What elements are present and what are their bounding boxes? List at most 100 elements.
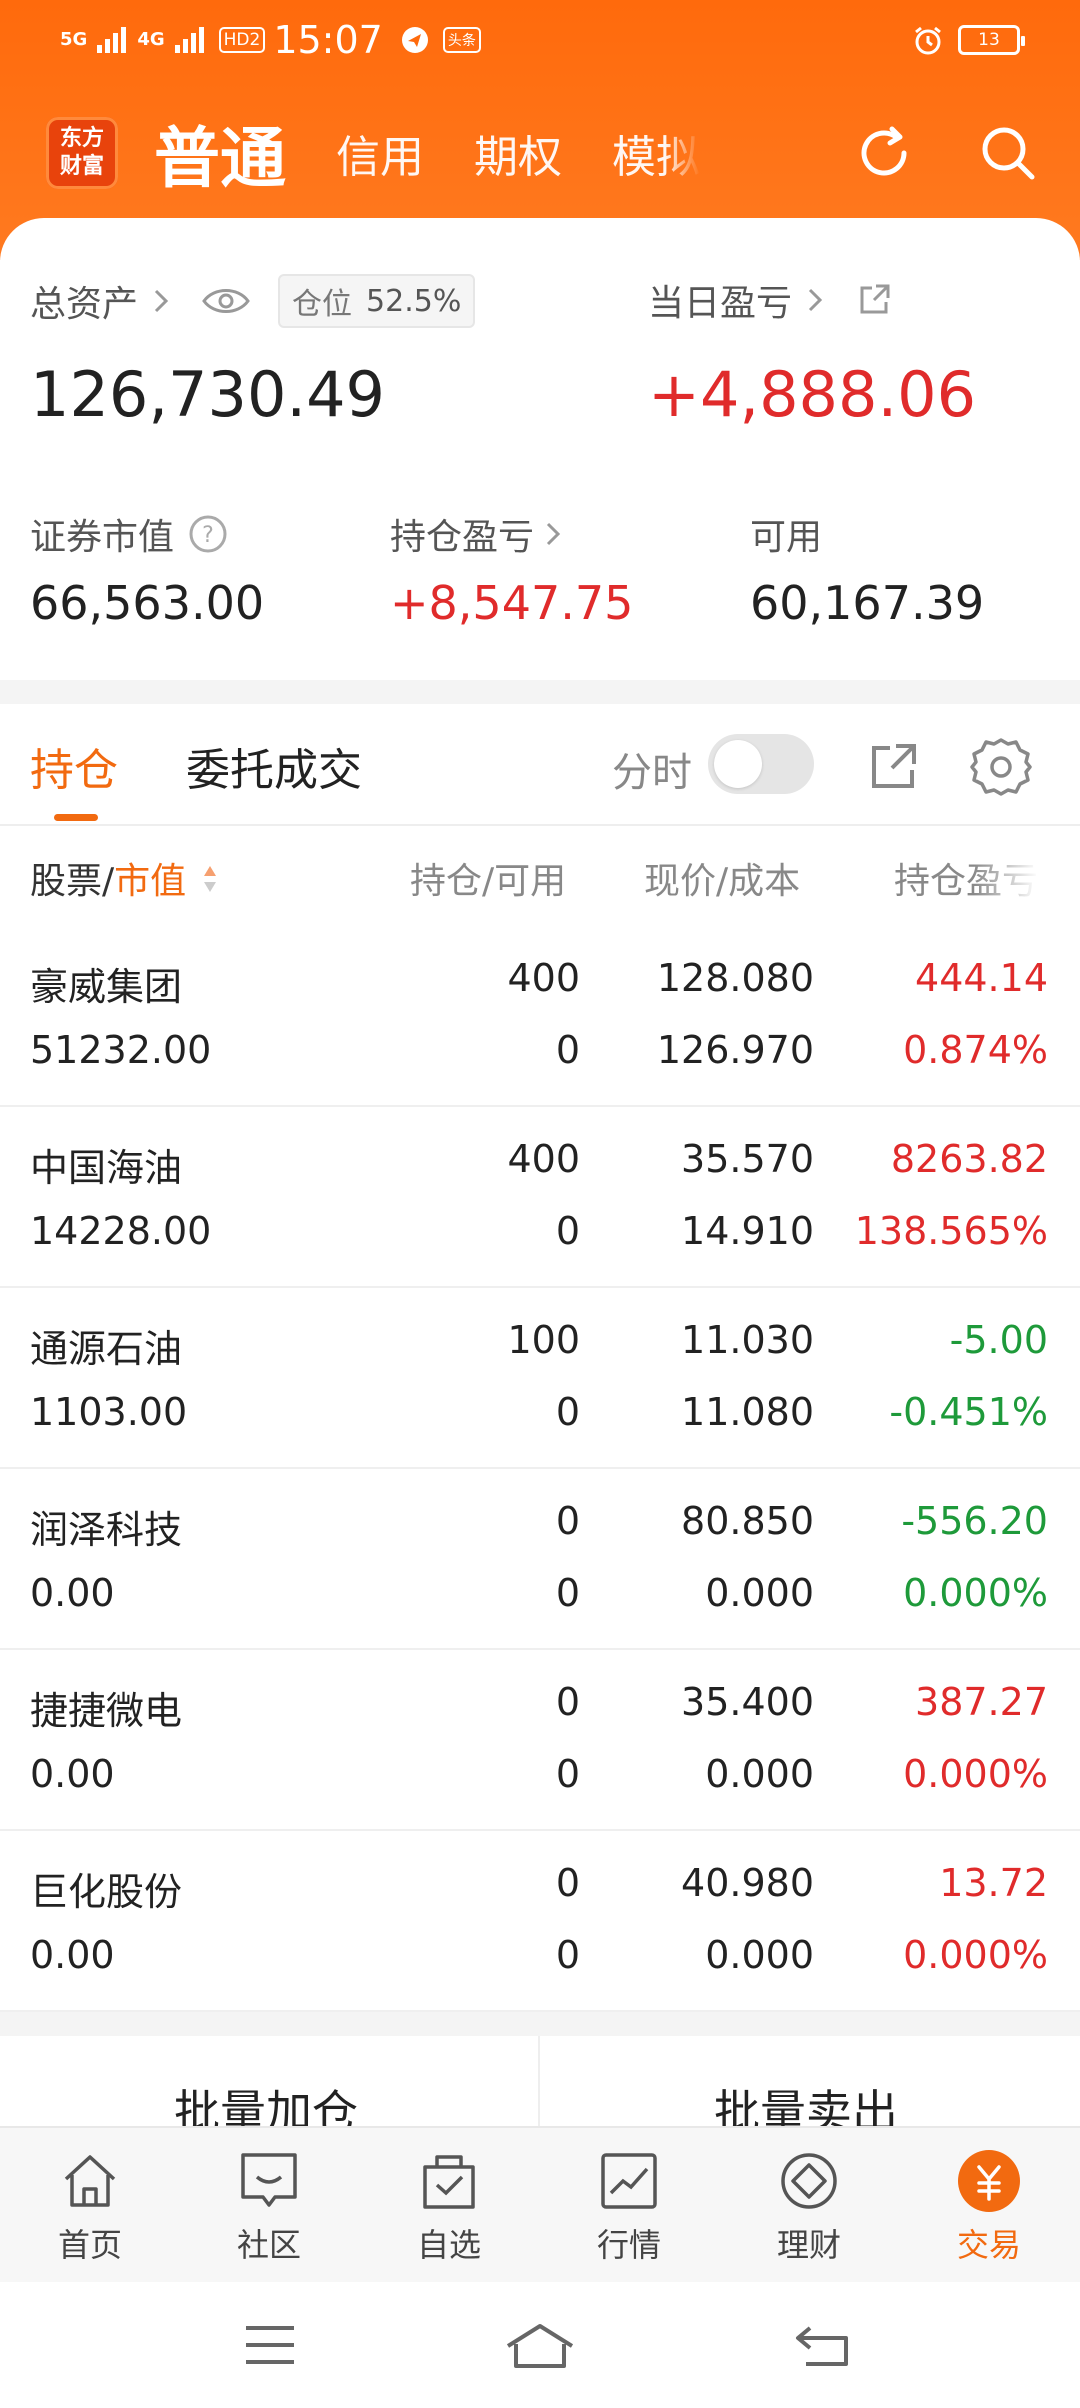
stock-position: 400	[507, 956, 580, 1000]
refresh-icon[interactable]	[852, 121, 916, 185]
nav-home[interactable]: 首页	[30, 2148, 150, 2266]
home-gesture-icon[interactable]	[504, 2322, 576, 2368]
table-row[interactable]: 润泽科技 0.00 0 0 80.850 0.000 -556.20 0.000%	[0, 1469, 1080, 1650]
holding-pnl-value: +8,547.75	[390, 576, 634, 630]
nav-home-label: 首页	[57, 2226, 122, 2264]
nav-market[interactable]: 行情	[569, 2148, 689, 2266]
table-row[interactable]: 豪威集团 51232.00 400 0 128.080 126.970 444.14 0.87…	[0, 926, 1080, 1107]
stock-pnl-pct: 138.565%	[854, 1209, 1048, 1253]
stock-available: 0	[555, 1933, 580, 1977]
tab-normal[interactable]: 普通	[154, 105, 286, 201]
share-external-icon[interactable]	[866, 740, 920, 794]
col-position-header: 持仓/可用	[410, 861, 567, 902]
daily-pnl-value: +4,888.06	[648, 358, 977, 431]
gear-icon[interactable]	[970, 736, 1032, 798]
back-icon[interactable]	[794, 2322, 850, 2368]
eye-icon[interactable]	[202, 285, 250, 317]
stock-cost: 126.970	[656, 1028, 814, 1072]
stock-cost: 11.080	[681, 1390, 814, 1434]
available-value: 60,167.39	[750, 576, 985, 630]
stock-cost: 0.000	[705, 1752, 814, 1796]
holdings-tab-bar: 持仓 委托成交 分时	[0, 704, 1080, 826]
chevron-right-icon[interactable]	[544, 520, 562, 548]
sort-icon[interactable]	[202, 864, 218, 894]
nav-community-label: 社区	[236, 2226, 301, 2264]
stock-pnl: 387.27	[915, 1680, 1048, 1724]
stock-market-value: 0.00	[30, 1752, 115, 1796]
stock-pnl-pct: 0.000%	[903, 1571, 1048, 1615]
signal-4g-indicator: 4G	[137, 29, 165, 50]
signal-5g-indicator: 5G	[60, 29, 88, 50]
account-type-nav: 东方 财富 普通 信用 期权 模拟	[46, 110, 1040, 197]
nav-watchlist[interactable]: 自选	[389, 2148, 509, 2266]
search-icon[interactable]	[976, 121, 1040, 185]
available-label: 可用	[750, 517, 823, 558]
tab-orders[interactable]: 委托成交	[186, 734, 362, 798]
stock-pnl-pct: 0.874%	[903, 1028, 1048, 1072]
stock-pnl: 8263.82	[890, 1137, 1048, 1181]
stock-pnl-pct: 0.000%	[903, 1752, 1048, 1796]
batch-sell-button[interactable]: 批量卖出	[714, 2076, 898, 2126]
stock-pnl-pct: -0.451%	[889, 1390, 1048, 1434]
stock-pnl: -556.20	[901, 1499, 1048, 1543]
stock-name: 中国海油	[30, 1146, 183, 1190]
stock-pnl: -5.00	[949, 1318, 1048, 1362]
nav-trade-label: 交易	[956, 2226, 1021, 2264]
stock-market-value: 1103.00	[30, 1390, 188, 1434]
logo-line-1: 东方	[59, 126, 104, 151]
status-time: 15:07	[273, 18, 383, 62]
menu-icon[interactable]	[244, 2322, 296, 2368]
table-row[interactable]: 捷捷微电 0.00 0 0 35.400 0.000 387.27 0.000%	[0, 1650, 1080, 1831]
stock-name: 润泽科技	[30, 1508, 183, 1552]
stock-cost: 0.000	[705, 1571, 814, 1615]
total-assets-label[interactable]: 总资产	[30, 275, 138, 327]
tab-options[interactable]: 期权	[474, 121, 562, 185]
watchlist-icon	[423, 2155, 475, 2209]
market-value-label: 证券市值	[30, 517, 175, 558]
col-market-value-sort[interactable]: 市值	[114, 861, 186, 902]
batch-add-button[interactable]: 批量加仓	[174, 2076, 358, 2126]
stock-position: 0	[555, 1680, 580, 1724]
help-icon[interactable]: ?	[188, 514, 228, 554]
chevron-right-icon[interactable]	[152, 287, 170, 315]
chevron-right-icon[interactable]	[806, 286, 824, 314]
active-tab-indicator	[54, 814, 98, 821]
stock-price: 35.400	[681, 1680, 814, 1724]
news-app-badge: 头条	[442, 27, 481, 53]
stock-price: 35.570	[681, 1137, 814, 1181]
tab-holdings[interactable]: 持仓	[30, 734, 118, 798]
actions-divider	[538, 2036, 540, 2126]
daily-pnl-label[interactable]: 当日盈亏	[648, 274, 792, 326]
tab-simulation[interactable]: 模拟	[612, 121, 700, 185]
stock-cost: 0.000	[705, 1933, 814, 1977]
nav-wealth[interactable]: 理财	[749, 2148, 869, 2266]
stock-market-value: 0.00	[30, 1571, 115, 1615]
holding-pnl-label[interactable]: 持仓盈亏	[390, 508, 534, 560]
nav-market-label: 行情	[596, 2226, 661, 2264]
share-external-icon[interactable]	[856, 282, 892, 318]
table-row[interactable]: 巨化股份 0.00 0 0 40.980 0.000 13.72 0.000%	[0, 1831, 1080, 2012]
stock-position: 400	[507, 1137, 580, 1181]
stock-available: 0	[555, 1571, 580, 1615]
table-row[interactable]: 通源石油 1103.00 100 0 11.030 11.080 -5.00 -0.451%	[0, 1288, 1080, 1469]
app-logo[interactable]: 东方 财富	[46, 117, 118, 189]
holdings-table-header: 股票/市值 持仓/可用 现价/成本 持仓盈亏	[0, 826, 1080, 926]
svg-text:?: ?	[202, 523, 214, 548]
tab-credit[interactable]: 信用	[336, 121, 424, 185]
bottom-navigation: 首页 社区 自选 行情 理财 交易	[0, 2126, 1080, 2282]
stock-price: 128.080	[656, 956, 814, 1000]
holdings-list: 豪威集团 51232.00 400 0 128.080 126.970 444.14 0.87…	[0, 926, 1080, 2012]
timeshare-toggle[interactable]	[708, 734, 814, 794]
wealth-icon	[781, 2153, 837, 2209]
community-icon	[241, 2153, 297, 2207]
nav-trade[interactable]: 交易	[929, 2148, 1049, 2266]
col-stock-header[interactable]: 股票/市值	[30, 852, 186, 904]
table-row[interactable]: 中国海油 14228.00 400 0 35.570 14.910 8263.82 138.5…	[0, 1107, 1080, 1288]
stock-cost: 14.910	[681, 1209, 814, 1253]
stock-available: 0	[555, 1752, 580, 1796]
position-label: 仓位	[292, 287, 353, 322]
stock-position: 0	[555, 1861, 580, 1905]
nav-watchlist-label: 自选	[416, 2226, 481, 2264]
section-divider	[0, 680, 1080, 704]
nav-community[interactable]: 社区	[209, 2148, 329, 2266]
